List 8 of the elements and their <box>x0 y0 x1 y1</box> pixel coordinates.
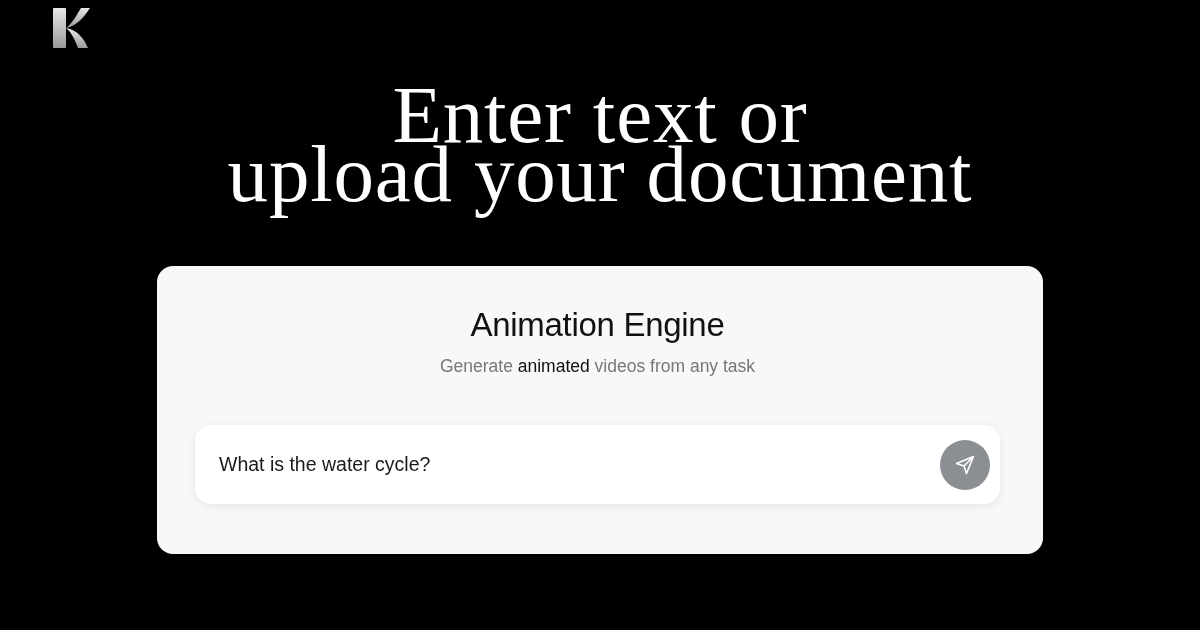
card-title: Animation Engine <box>470 306 725 344</box>
prompt-input[interactable]: What is the water cycle? <box>219 451 928 478</box>
card-subtitle: Generate animated videos from any task <box>439 355 756 377</box>
headline: Enter text or upload your document <box>227 86 973 220</box>
logo-icon <box>53 8 90 48</box>
paper-plane-icon <box>955 454 975 475</box>
prompt-field[interactable]: What is the water cycle? <box>195 425 1000 504</box>
send-button[interactable] <box>940 439 990 490</box>
